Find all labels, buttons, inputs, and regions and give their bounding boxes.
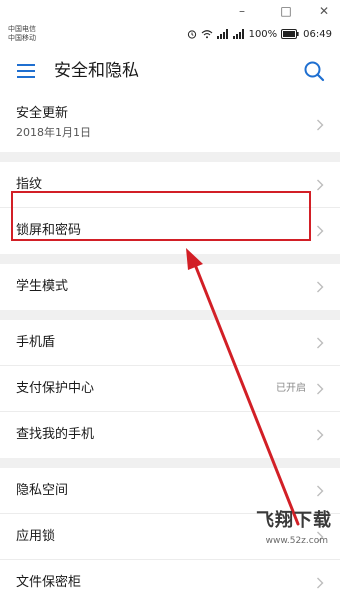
row-label: 应用锁 <box>16 529 56 544</box>
group-device-protection: 手机盾 支付保护中心 已开启 查找我的手机 <box>0 320 340 458</box>
window-titlebar: – □ ✕ <box>0 0 340 22</box>
row-subtitle: 2018年1月1日 <box>16 126 91 139</box>
carrier-label-1: 中国电信 <box>8 25 36 33</box>
chevron-right-icon <box>317 383 324 395</box>
row-find-my-phone[interactable]: 查找我的手机 <box>0 412 340 458</box>
row-label: 学生模式 <box>16 279 69 294</box>
page-title: 安全和隐私 <box>54 61 139 81</box>
watermark-url: www.52z.com <box>265 536 328 546</box>
section-divider <box>0 152 340 162</box>
chevron-right-icon <box>317 119 324 131</box>
group-security-update: 安全更新 2018年1月1日 <box>0 98 340 152</box>
chevron-right-icon <box>317 485 324 497</box>
row-label: 文件保密柜 <box>16 575 82 590</box>
row-status-value: 已开启 <box>276 383 306 394</box>
alarm-icon <box>187 30 196 39</box>
signal-icon-2 <box>232 29 244 39</box>
clock-time: 06:49 <box>303 28 332 40</box>
row-private-space[interactable]: 隐私空间 <box>0 468 340 514</box>
watermark-logo: 飞翔下载 <box>256 510 332 531</box>
group-student-mode: 学生模式 <box>0 264 340 310</box>
row-label: 隐私空间 <box>16 483 69 498</box>
app-bar: 安全和隐私 <box>0 46 340 98</box>
row-security-update[interactable]: 安全更新 2018年1月1日 <box>0 98 340 152</box>
status-icons: 100% 06:49 <box>187 27 332 41</box>
chevron-right-icon <box>317 429 324 441</box>
chevron-right-icon <box>317 281 324 293</box>
chevron-right-icon <box>317 337 324 349</box>
watermark: 飞翔下载 www.52z.com <box>254 509 334 551</box>
chevron-right-icon <box>317 225 324 237</box>
maximize-icon[interactable]: □ <box>276 2 296 20</box>
section-divider <box>0 458 340 468</box>
carrier-label-2: 中国移动 <box>8 34 36 42</box>
battery-icon <box>281 29 299 39</box>
chevron-right-icon <box>317 179 324 191</box>
annotation-highlight-box <box>11 191 311 241</box>
wifi-icon <box>201 30 212 39</box>
signal-icon <box>216 29 228 39</box>
minimize-icon[interactable]: – <box>232 2 252 20</box>
close-icon[interactable]: ✕ <box>314 2 334 20</box>
row-payment-protection[interactable]: 支付保护中心 已开启 <box>0 366 340 412</box>
status-bar: 中国电信 中国移动 100% 06:49 <box>0 22 340 46</box>
section-divider <box>0 310 340 320</box>
row-label: 安全更新 <box>16 106 69 121</box>
carrier-info: 中国电信 中国移动 <box>8 25 36 43</box>
row-label: 支付保护中心 <box>16 381 95 396</box>
search-icon[interactable] <box>302 59 326 83</box>
row-label: 查找我的手机 <box>16 427 95 442</box>
row-label: 手机盾 <box>16 335 56 350</box>
row-file-safe[interactable]: 文件保密柜 <box>0 560 340 606</box>
menu-icon[interactable] <box>14 61 38 81</box>
section-divider <box>0 254 340 264</box>
row-student-mode[interactable]: 学生模式 <box>0 264 340 310</box>
chevron-right-icon <box>317 577 324 589</box>
battery-percent: 100% <box>248 28 278 40</box>
row-phone-shield[interactable]: 手机盾 <box>0 320 340 366</box>
